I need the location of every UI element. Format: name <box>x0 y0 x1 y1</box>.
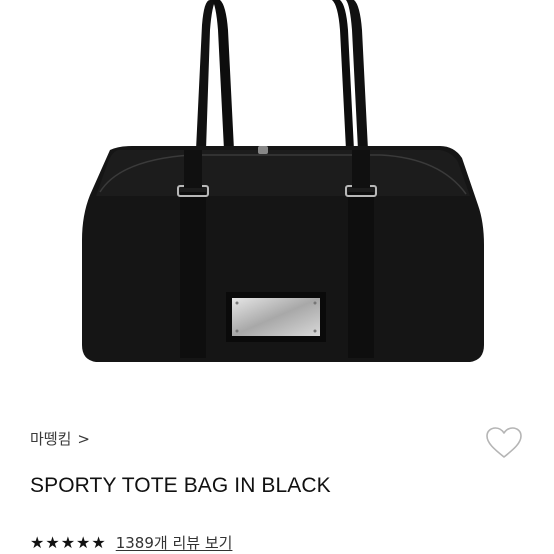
star-filled-icon: ★ <box>60 532 76 552</box>
star-filled-icon: ★ <box>91 532 106 552</box>
brand-name: 마뗑킴 <box>30 430 72 448</box>
star-filled-icon: ★ <box>30 532 45 552</box>
rating-row: ★ ★ ★ ★ ★ 1389개 리뷰 보기 <box>30 532 232 553</box>
rating-stars: ★ ★ ★ ★ ★ <box>30 532 106 552</box>
heart-outline-icon <box>486 427 522 458</box>
reviews-link[interactable]: 1389개 리뷰 보기 <box>116 532 233 553</box>
chevron-right-icon: > <box>77 429 90 448</box>
wishlist-heart-button[interactable] <box>484 425 524 461</box>
tote-bag-illustration <box>82 0 484 362</box>
product-detail-page: 마뗑킴 > SPORTY TOTE BAG IN BLACK ★ ★ ★ ★ ★… <box>0 0 554 554</box>
star-filled-icon: ★ <box>45 532 60 552</box>
product-image[interactable] <box>0 0 554 400</box>
product-title: SPORTY TOTE BAG IN BLACK <box>30 474 331 497</box>
brand-link[interactable]: 마뗑킴 > <box>30 428 90 449</box>
star-filled-icon: ★ <box>76 532 91 552</box>
